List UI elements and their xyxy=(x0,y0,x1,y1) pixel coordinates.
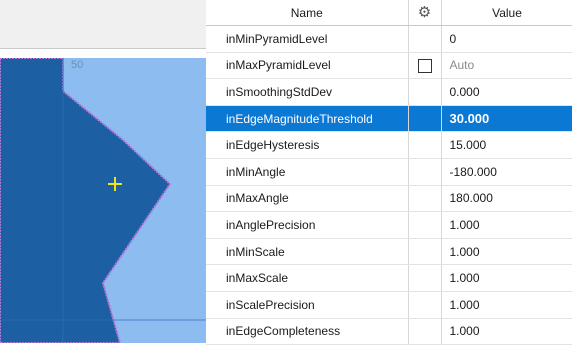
property-option-cell xyxy=(408,78,442,106)
property-value[interactable]: 15.000 xyxy=(441,131,572,159)
property-row[interactable]: inMaxScale 1.000 xyxy=(206,264,572,292)
column-header-value[interactable]: Value xyxy=(441,0,572,26)
property-name[interactable]: inMinAngle xyxy=(206,158,409,186)
property-option-cell xyxy=(408,264,442,292)
property-row[interactable]: inMaxAngle 180.000 xyxy=(206,185,572,213)
property-value[interactable]: 1.000 xyxy=(441,318,572,345)
property-row[interactable]: inEdgeMagnitudeThreshold 30.000 xyxy=(206,105,572,133)
property-row[interactable]: inMinPyramidLevel 0 xyxy=(206,25,572,53)
property-name[interactable]: inMaxPyramidLevel xyxy=(206,52,409,80)
property-name[interactable]: inAnglePrecision xyxy=(206,211,409,239)
property-option-cell xyxy=(408,25,442,53)
property-option-cell[interactable] xyxy=(408,52,442,80)
property-value[interactable]: -180.000 xyxy=(441,158,572,186)
property-row[interactable]: inMinAngle -180.000 xyxy=(206,158,572,186)
property-value[interactable]: Auto xyxy=(441,52,572,80)
property-grid: Name ⚙ Value inMinPyramidLevel 0 inMaxPyra… xyxy=(206,0,572,345)
preview-ruler-strip xyxy=(0,49,206,58)
image-preview[interactable]: 50 xyxy=(0,0,206,343)
property-option-cell xyxy=(408,185,442,213)
property-option-cell xyxy=(408,131,442,159)
property-name[interactable]: inMinPyramidLevel xyxy=(206,25,409,53)
property-option-cell xyxy=(408,291,442,319)
property-row[interactable]: inEdgeCompleteness 1.000 xyxy=(206,318,572,345)
property-name[interactable]: inMaxScale xyxy=(206,264,409,292)
image-canvas[interactable] xyxy=(0,58,206,343)
property-row[interactable]: inMaxPyramidLevel Auto xyxy=(206,52,572,80)
gear-icon[interactable]: ⚙ xyxy=(418,4,431,21)
property-value[interactable]: 1.000 xyxy=(441,291,572,319)
property-value[interactable]: 30.000 xyxy=(441,105,572,133)
property-name[interactable]: inEdgeMagnitudeThreshold xyxy=(206,105,409,133)
property-row[interactable]: inMinScale 1.000 xyxy=(206,238,572,266)
property-row[interactable]: inAnglePrecision 1.000 xyxy=(206,211,572,239)
column-header-name[interactable]: Name xyxy=(206,0,409,26)
property-value[interactable]: 1.000 xyxy=(441,264,572,292)
property-name[interactable]: inEdgeHysteresis xyxy=(206,131,409,159)
property-row[interactable]: inSmoothingStdDev 0.000 xyxy=(206,78,572,106)
property-value[interactable]: 180.000 xyxy=(441,185,572,213)
property-value[interactable]: 1.000 xyxy=(441,238,572,266)
property-value[interactable]: 0 xyxy=(441,25,572,53)
property-row[interactable]: inEdgeHysteresis 15.000 xyxy=(206,131,572,159)
property-option-cell xyxy=(408,211,442,239)
property-name[interactable]: inScalePrecision xyxy=(206,291,409,319)
preview-header xyxy=(0,0,206,49)
property-name[interactable]: inMaxAngle xyxy=(206,185,409,213)
property-option-cell xyxy=(408,105,442,133)
property-row[interactable]: inScalePrecision 1.000 xyxy=(206,291,572,319)
property-option-cell xyxy=(408,158,442,186)
ruler-tick-label: 50 xyxy=(71,59,84,71)
property-name[interactable]: inMinScale xyxy=(206,238,409,266)
property-option-cell xyxy=(408,318,442,345)
property-value[interactable]: 1.000 xyxy=(441,211,572,239)
property-option-cell xyxy=(408,238,442,266)
auto-checkbox[interactable] xyxy=(417,58,432,73)
property-name[interactable]: inEdgeCompleteness xyxy=(206,318,409,345)
property-value[interactable]: 0.000 xyxy=(441,78,572,106)
property-name[interactable]: inSmoothingStdDev xyxy=(206,78,409,106)
column-header-options[interactable]: ⚙ xyxy=(408,0,442,26)
